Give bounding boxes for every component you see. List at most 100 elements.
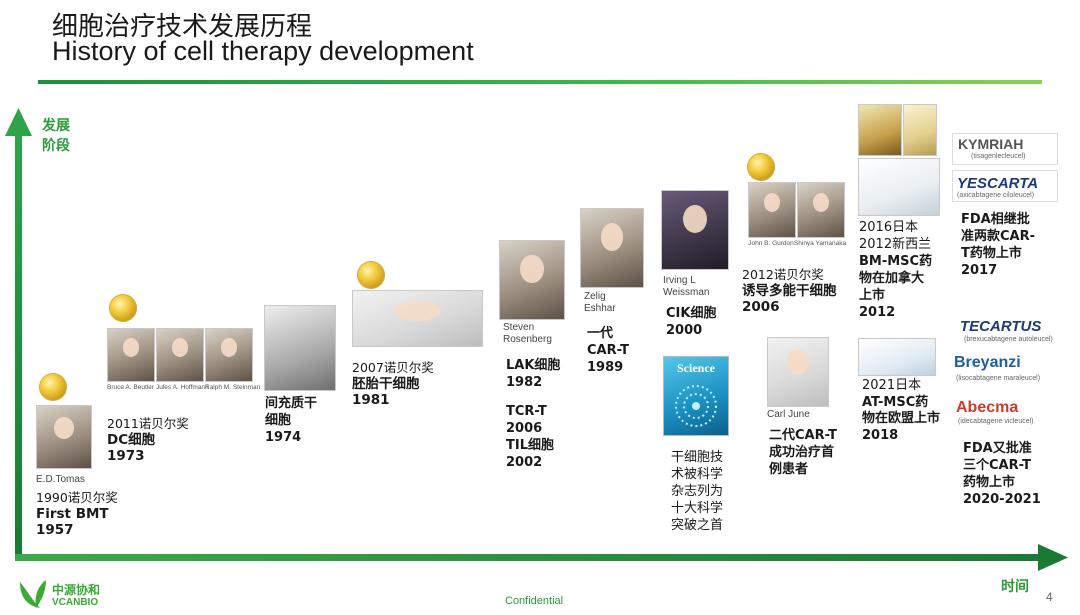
photo-shinya-yamanaka (797, 182, 845, 238)
science-cover-pattern (675, 385, 717, 427)
photo-zelig-eshhar (580, 208, 644, 288)
caption-steven: Steven (503, 322, 535, 333)
milestone-car-t-2nd-gen: 二代CAR-T 成功治疗首 例患者 (769, 427, 837, 478)
photo-ralph-steinman (205, 328, 253, 382)
x-axis-shaft (15, 554, 1040, 561)
milestone-2006-award: 2012诺贝尔奖 (742, 267, 824, 282)
milestone-car-t-2nd-gen-line2: 成功治疗首 (769, 445, 835, 460)
milestone-1981-year: 1981 (352, 392, 390, 408)
caption-weissman: Weissman (663, 287, 710, 298)
image-alofisel-package (858, 338, 936, 376)
caption-carl-june: Carl June (767, 409, 810, 420)
name-jules-hoffmann: Jules A. Hoffmann (156, 384, 209, 391)
y-axis-shaft (15, 134, 22, 554)
tecartus-logo: TECARTUS (brexucabtagene autoleucel) (952, 318, 1056, 346)
caption-zelig: Zelig (584, 291, 606, 302)
milestone-2012: 2016日本 2012新西兰 BM-MSC药 物在加拿大 上市 2012 (859, 219, 932, 321)
photo-ed-tomas (36, 405, 92, 469)
abecma-generic: (idecabtagene vicleucel) (958, 418, 1034, 425)
milestone-1957-event: First BMT (36, 506, 109, 522)
milestone-1974-year: 1974 (265, 430, 302, 445)
milestone-lak: LAK细胞 (506, 358, 561, 373)
science-note: 干细胞技 术被科学 杂志列为 十大科学 突破之首 (671, 449, 723, 534)
science-note-line3: 杂志列为 (671, 484, 724, 499)
science-journal-cover: Science (663, 356, 729, 436)
milestone-2018-japan: 2021日本 (862, 378, 922, 393)
science-note-line5: 突破之首 (671, 518, 724, 533)
milestone-tcr-t-year: 2006 (506, 421, 543, 436)
name-john-gurdon: John B. Gurdon (748, 240, 794, 247)
milestone-2012-japan: 2016日本 (859, 220, 919, 235)
photo-bruce-beutler (107, 328, 155, 382)
x-axis-label: 时间 (1001, 579, 1029, 595)
milestone-cik: CIK细胞 (666, 306, 717, 321)
x-axis-arrow-head (1038, 544, 1068, 571)
milestone-1973-event: DC细胞 (107, 432, 156, 448)
milestone-2017: FDA相继批 准两款CAR- T药物上市 2017 (961, 211, 1035, 279)
photo-irving-weissman (661, 190, 729, 270)
science-note-line4: 十大科学 (671, 501, 724, 516)
milestone-2018-line2: AT-MSC药 (862, 394, 929, 410)
image-msc-product-box (903, 104, 937, 156)
milestone-2020-line2: 三个CAR-T (963, 458, 1031, 473)
name-ralph-steinman: Ralph M. Steinman (205, 384, 261, 391)
logo-text-en: VCANBIO (52, 597, 99, 608)
caption-rosenberg: Rosenberg (503, 334, 552, 345)
milestone-2018-year: 2018 (862, 427, 899, 443)
photo-steven-rosenberg (499, 240, 565, 320)
milestone-cik-year: 2000 (666, 323, 703, 338)
milestone-tcr-t: TCR-T (506, 404, 547, 419)
y-axis-label-line1: 发展 (42, 118, 70, 134)
milestone-2000: CIK细胞 2000 (666, 305, 716, 339)
kymriah-generic: (tisagenlecleucel) (971, 153, 1026, 160)
image-msc-product-vial (858, 104, 902, 156)
milestone-2017-line1: FDA相继批 (961, 212, 1030, 227)
caption-eshhar: Eshhar (584, 303, 616, 314)
kymriah-brand: KYMRIAH (958, 136, 1024, 152)
milestone-1989: 一代 CAR-T 1989 (587, 325, 629, 376)
yescarta-brand: YESCARTA (957, 175, 1039, 192)
milestone-1957-award: 1990诺贝尔奖 (36, 490, 118, 505)
milestone-1974: 间充质干 细胞 1974 (265, 395, 317, 446)
science-note-line2: 术被科学 (671, 467, 724, 482)
yescarta-generic: (axicabtagene ciloleucel) (957, 192, 1035, 199)
caption-irving: Irving L (663, 275, 696, 286)
nobel-medal-icon (109, 294, 137, 322)
caption-ed-tomas: E.D.Tomas (36, 474, 85, 485)
nobel-medal-icon (39, 373, 67, 401)
milestone-2006-year: 2006 (742, 299, 780, 315)
tecartus-generic: (brexucabtagene autoleucel) (964, 336, 1053, 343)
y-axis-label: 发展 阶段 (42, 116, 70, 156)
milestone-til-year: 2002 (506, 455, 543, 470)
breyanzi-logo: Breyanzi (lisocabtagene maraleucel) (952, 354, 1056, 386)
milestone-2006-event: 诱导多能干细胞 (742, 283, 837, 299)
caption-zelig-eshhar: Zelig Eshhar (584, 291, 616, 315)
image-msc-product-package (858, 158, 940, 216)
milestone-1957: 1990诺贝尔奖 First BMT 1957 (36, 490, 118, 538)
milestone-2017-year: 2017 (961, 263, 998, 278)
milestone-car-t-2nd-gen-line3: 例患者 (769, 462, 809, 477)
name-shinya-yamanaka: Shinya Yamanaka (793, 240, 847, 247)
breyanzi-brand: Breyanzi (954, 354, 1021, 371)
caption-irving-weissman: Irving L Weissman (663, 275, 710, 299)
caption-steven-rosenberg: Steven Rosenberg (503, 322, 552, 346)
photo-carl-june (767, 337, 829, 407)
milestone-2018: 2021日本 AT-MSC药 物在欧盟上市 2018 (862, 378, 940, 444)
milestone-1974-line1: 间充质干 (265, 396, 318, 411)
milestone-1973-award: 2011诺贝尔奖 (107, 416, 189, 431)
name-bruce-beutler: Bruce A. Beutler (107, 384, 154, 391)
milestone-1989-year: 1989 (587, 360, 624, 375)
milestone-1957-year: 1957 (36, 522, 74, 538)
photo-jules-hoffmann (156, 328, 204, 382)
kymriah-logo: KYMRIAH (tisagenlecleucel) (952, 133, 1058, 165)
abecma-logo: Abecma (idecabtagene vicleucel) (952, 399, 1056, 429)
milestone-2020-line1: FDA又批准 (963, 441, 1032, 456)
photo-2007-nobel-laureates (352, 290, 483, 347)
confidential-label: Confidential (505, 595, 564, 607)
vcanbio-logo-icon (20, 580, 46, 608)
milestone-2012-line5: 上市 (859, 288, 886, 303)
milestone-1989-line1: 一代 (587, 326, 614, 341)
milestone-car-t-2nd-gen-line1: 二代CAR-T (769, 428, 837, 443)
image-msc-microscopy (264, 305, 336, 391)
page-number: 4 (1046, 590, 1053, 604)
